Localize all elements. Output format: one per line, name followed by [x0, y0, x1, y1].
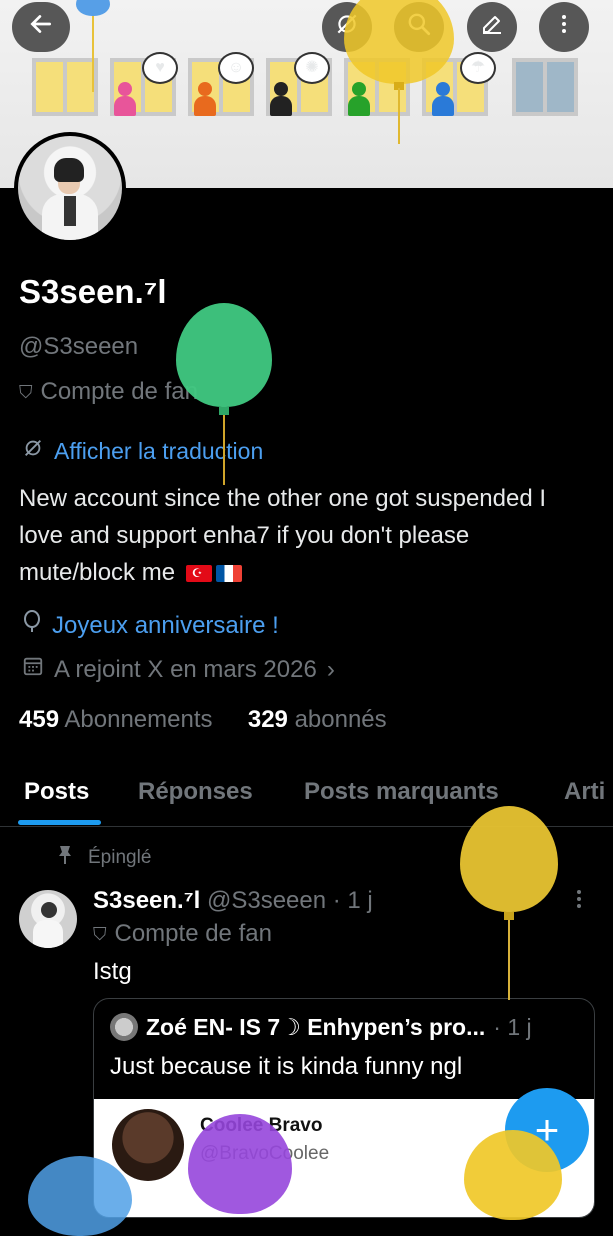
- post-author-avatar[interactable]: [19, 890, 77, 948]
- tab-highlights[interactable]: Posts marquants: [304, 778, 499, 806]
- post-header: S3seen.⁷l @S3seeen · 1 j: [93, 887, 373, 915]
- post-author-name[interactable]: S3seen.⁷l: [93, 887, 200, 914]
- followers-label: abonnés: [294, 706, 387, 733]
- following-link[interactable]: 459 Abonnements: [19, 706, 213, 733]
- post-fan-label: ⛉ Compte de fan: [93, 920, 272, 948]
- pinned-indicator: Épinglé: [58, 845, 151, 870]
- theater-mask-icon: ⛉: [93, 923, 107, 944]
- banner-person: [194, 82, 216, 116]
- more-vertical-icon: [552, 12, 576, 43]
- joined-date[interactable]: A rejoint X en mars 2026 ›: [22, 655, 335, 684]
- pin-icon: [58, 845, 72, 870]
- display-name: S3seen.⁷l: [19, 273, 167, 310]
- birthday-link[interactable]: Joyeux anniversaire !: [22, 610, 279, 641]
- quoted-post-meta: · 1 j: [493, 1013, 532, 1040]
- followers-count: 329: [247, 706, 288, 733]
- joined-text: A rejoint X en mars 2026: [54, 655, 317, 683]
- balloon-decoration: [464, 1130, 562, 1220]
- balloon-decoration: [28, 1156, 132, 1236]
- banner-window: [32, 58, 98, 116]
- profile-avatar[interactable]: [14, 132, 126, 244]
- tab-articles[interactable]: Arti: [564, 778, 605, 806]
- balloon-decoration: [188, 1114, 292, 1214]
- quoted-post-header: Zoé EN- IS 7☽ Enhypen’s pro... · 1 j: [110, 1013, 532, 1041]
- tab-replies[interactable]: Réponses: [138, 778, 253, 806]
- birthday-text: Joyeux anniversaire !: [52, 611, 279, 639]
- post-fan-text: Compte de fan: [114, 920, 272, 947]
- calendar-icon: [22, 655, 44, 684]
- more-vertical-icon: [575, 890, 583, 915]
- pinned-label: Épinglé: [88, 846, 152, 868]
- fan-account-label: ⛉ Compte de fan: [19, 378, 198, 406]
- banner-person: [348, 82, 370, 116]
- edit-profile-button[interactable]: [467, 2, 517, 52]
- followers-link[interactable]: 329 abonnés: [248, 706, 387, 733]
- balloon-decoration: [176, 303, 272, 485]
- france-flag-icon: [215, 565, 242, 583]
- banner-window: [512, 58, 578, 116]
- tab-posts[interactable]: Posts: [24, 778, 89, 806]
- post-meta: @S3seeen · 1 j: [206, 887, 373, 914]
- heart-icon: ♥: [142, 52, 178, 84]
- following-label: Abonnements: [64, 706, 213, 733]
- active-tab-indicator: [18, 820, 101, 825]
- more-options-button[interactable]: [539, 2, 589, 52]
- balloon-decoration: [460, 806, 558, 1000]
- user-handle: @S3seeen: [19, 333, 139, 360]
- follow-stats: 459 Abonnements 329 abonnés: [19, 706, 387, 734]
- edit-icon: [480, 12, 504, 43]
- balloon-icon: [22, 610, 42, 641]
- post-text: Istg: [93, 958, 132, 985]
- translate-off-icon: [22, 437, 44, 465]
- balloon-decoration: [76, 0, 110, 92]
- quoted-post-text: Just because it is kinda funny ngl: [110, 1053, 463, 1080]
- smile-icon: ☺: [218, 52, 254, 84]
- turkey-flag-icon: [185, 565, 212, 583]
- rain-cloud-icon: ☂: [460, 52, 496, 84]
- bio-text: New account since the other one got susp…: [19, 485, 547, 586]
- chevron-right-icon: ›: [326, 655, 335, 683]
- theater-mask-icon: ⛉: [19, 381, 33, 402]
- post-more-button[interactable]: [575, 888, 583, 916]
- profile-bio: New account since the other one got susp…: [19, 480, 589, 591]
- fan-account-text: Compte de fan: [40, 378, 198, 405]
- scribble-icon: ✺: [294, 52, 330, 84]
- back-button[interactable]: [12, 2, 70, 52]
- translate-link-text: Afficher la traduction: [54, 437, 264, 464]
- quoted-author-name: Zoé EN- IS 7☽ Enhypen’s pro...: [146, 1013, 486, 1040]
- banner-person: [432, 82, 454, 116]
- banner-person: [114, 82, 136, 116]
- banner-person: [270, 82, 292, 116]
- quoted-author-avatar: [110, 1013, 138, 1041]
- banner-illustration: ♥ ☺ ✺ ☂: [28, 52, 598, 120]
- balloon-decoration: [344, 0, 454, 144]
- translate-link[interactable]: Afficher la traduction: [22, 437, 263, 465]
- following-count: 459: [19, 706, 60, 733]
- arrow-left-icon: [28, 11, 54, 44]
